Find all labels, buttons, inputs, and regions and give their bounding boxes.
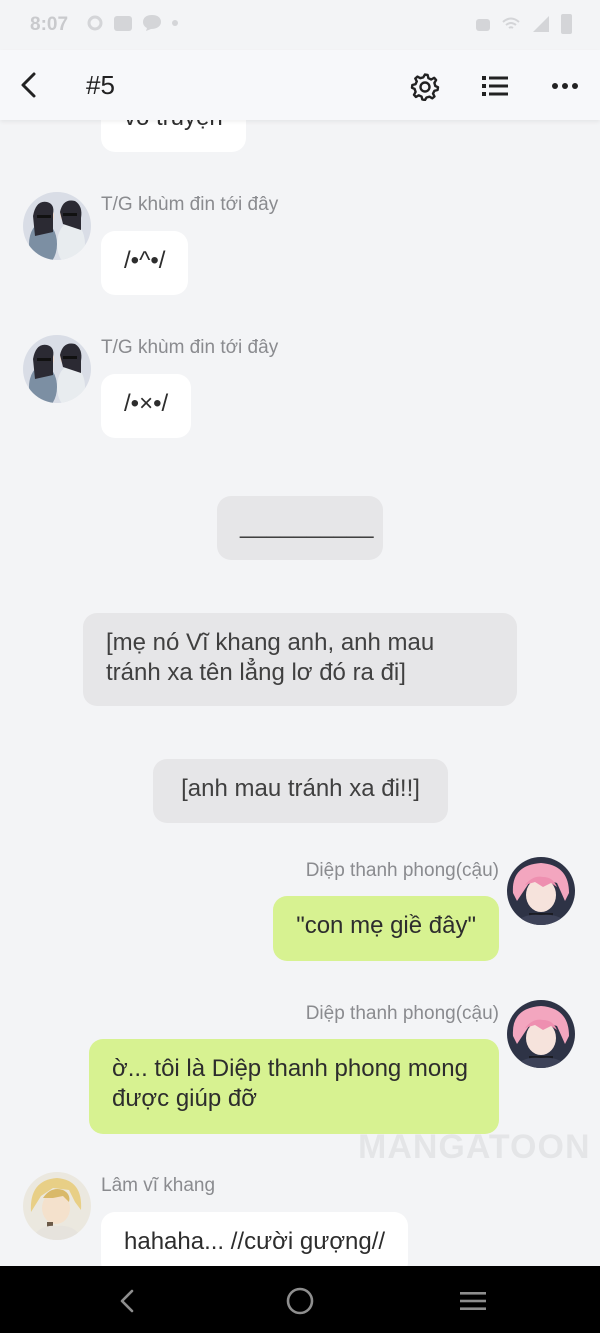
narration-bubble[interactable]: [anh mau tránh xa đi!!] <box>153 759 448 823</box>
author-avatar[interactable] <box>23 1172 91 1240</box>
user-avatar[interactable] <box>507 1000 575 1068</box>
status-time: 8:07 <box>30 14 69 35</box>
system-navigation-bar <box>0 1266 600 1333</box>
message-bubble[interactable]: vô truyện <box>101 120 246 152</box>
narration-bubble[interactable]: [mẹ nó Vĩ khang anh, anh mau tránh xa tê… <box>83 613 517 706</box>
system-back-button[interactable] <box>105 1279 149 1323</box>
signal-icon <box>533 16 549 32</box>
battery-icon <box>561 14 572 34</box>
sender-name: Diệp thanh phong(cậu) <box>305 860 499 881</box>
message-bubble[interactable]: "con mẹ giề đây" <box>273 896 499 961</box>
message-bubble[interactable]: /•×•/ <box>101 374 192 438</box>
sender-name: T/G khùm đin tới đây <box>101 194 279 215</box>
wifi-icon <box>502 17 520 29</box>
user-avatar[interactable] <box>507 857 575 925</box>
app-bar: #5 <box>0 50 600 120</box>
chevron-left-icon <box>21 72 36 98</box>
system-icons <box>475 14 572 34</box>
more-button[interactable] <box>545 66 585 106</box>
system-menu-button[interactable] <box>451 1279 495 1323</box>
back-button[interactable] <box>10 66 48 104</box>
sender-name: T/G khùm đin tới đây <box>101 337 279 358</box>
author-avatar[interactable] <box>23 192 91 260</box>
dot-icon <box>172 20 178 26</box>
notification-icons <box>86 14 178 32</box>
ellipsis-icon <box>552 83 578 89</box>
sender-name: Diệp thanh phong(cậu) <box>305 1003 499 1024</box>
settings-notification-icon <box>87 15 103 31</box>
chevron-left-icon <box>120 1289 134 1313</box>
menu-icon <box>460 1292 486 1310</box>
page-title: #5 <box>86 70 115 100</box>
message-bubble[interactable]: hahaha... //cười gượng// <box>101 1212 409 1266</box>
system-home-button[interactable] <box>278 1279 322 1323</box>
message-bubble[interactable]: /•^•/ <box>101 231 189 295</box>
settings-button[interactable] <box>405 66 445 106</box>
author-avatar[interactable] <box>23 335 91 403</box>
narration-bubble[interactable]: __________ <box>217 496 383 560</box>
chat-notification-icon <box>143 15 161 31</box>
status-bar: 8:07 <box>0 0 600 50</box>
list-icon <box>482 76 508 96</box>
gear-icon <box>410 73 440 101</box>
message-bubble[interactable]: ờ... tôi là Diệp thanh phong mong được g… <box>89 1039 499 1134</box>
message-notification-icon <box>114 15 132 31</box>
alarm-icon <box>476 19 490 31</box>
chapter-list-button[interactable] <box>475 66 515 106</box>
sender-name: Lâm vĩ khang <box>101 1175 216 1196</box>
home-circle-icon <box>286 1287 314 1315</box>
chat-area[interactable]: vô truyện T/G khùm đin tới đây /•^•/ <box>0 120 600 1266</box>
watermark: MANGATOON <box>358 1128 591 1166</box>
